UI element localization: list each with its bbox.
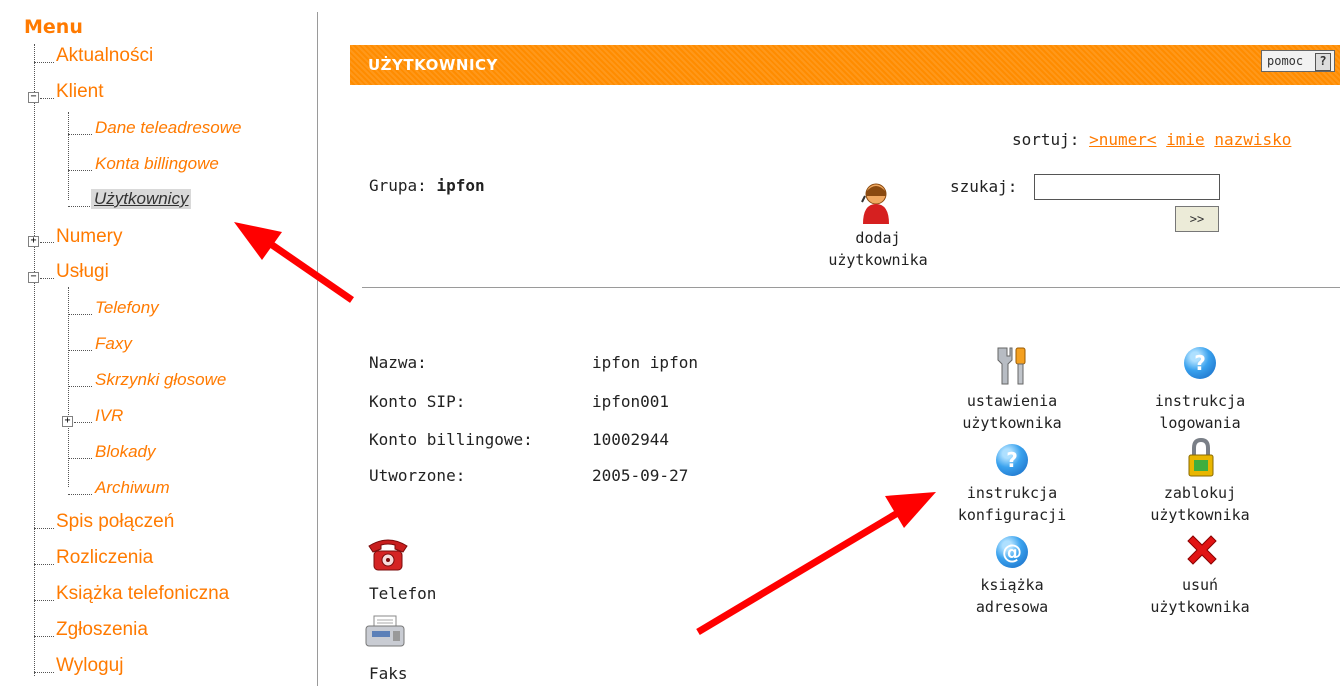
- annotation-arrowhead-right: [885, 492, 936, 528]
- annotation-arrowhead-left: [234, 222, 282, 260]
- annotation-arrows: [234, 222, 936, 636]
- annotation-arrow-left: [260, 235, 354, 303]
- annotation-arrow-right: [696, 504, 908, 636]
